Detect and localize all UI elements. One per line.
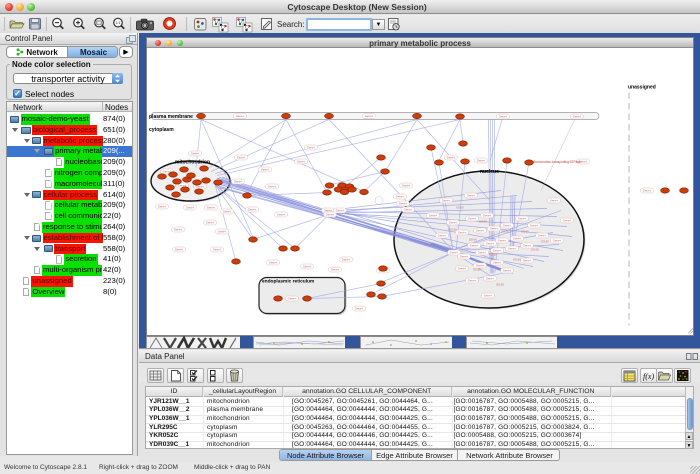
- svg-text:unassigned: unassigned: [628, 85, 656, 91]
- svg-text:Gene-t: Gene-t: [442, 199, 451, 203]
- svg-text:Gene-t: Gene-t: [458, 267, 467, 271]
- svg-text:Gene-t: Gene-t: [399, 202, 408, 206]
- svg-text:Gene-t: Gene-t: [460, 255, 469, 259]
- svg-text:GO:00: GO:00: [473, 268, 481, 272]
- svg-text:Gene-t: Gene-t: [248, 208, 257, 212]
- svg-text:Gene-t: Gene-t: [234, 180, 243, 184]
- svg-text:GO:00: GO:00: [479, 220, 487, 224]
- svg-text:Gene-t: Gene-t: [402, 184, 411, 188]
- svg-text:GO:00: GO:00: [521, 230, 529, 234]
- svg-text:nucleus: nucleus: [480, 169, 499, 175]
- svg-text:GO:00: GO:00: [513, 258, 521, 262]
- svg-text:Gene-t: Gene-t: [468, 217, 477, 221]
- svg-text:Gene-t: Gene-t: [484, 294, 493, 298]
- svg-text:Gene-t: Gene-t: [355, 307, 364, 311]
- svg-text:Gene-t: Gene-t: [342, 258, 351, 262]
- svg-text:Gene-t: Gene-t: [206, 221, 215, 225]
- svg-text:Gene-t: Gene-t: [490, 227, 499, 231]
- svg-text:Gene-t: Gene-t: [550, 199, 559, 203]
- svg-text:Gene-t: Gene-t: [553, 239, 562, 243]
- svg-text:Gene-t: Gene-t: [467, 194, 476, 198]
- svg-text:Gene-t: Gene-t: [503, 269, 512, 273]
- svg-text:Gene-t: Gene-t: [523, 244, 532, 248]
- svg-text:Gene-t: Gene-t: [478, 251, 487, 255]
- svg-text:Gene-t: Gene-t: [297, 160, 306, 164]
- svg-text:Gene-t: Gene-t: [336, 209, 345, 213]
- svg-text:mitochondrion: mitochondrion: [175, 160, 210, 166]
- svg-text:Gene-t: Gene-t: [503, 224, 512, 228]
- svg-text:Gene-t: Gene-t: [186, 206, 195, 210]
- svg-text:Gene-t: Gene-t: [365, 114, 374, 118]
- svg-text:cytoplasm: cytoplasm: [149, 127, 174, 133]
- svg-text:Gene-t: Gene-t: [307, 146, 316, 150]
- svg-text:Gene-t: Gene-t: [218, 230, 227, 234]
- svg-text:Gene-t: Gene-t: [563, 219, 572, 223]
- svg-text:Gene-t: Gene-t: [175, 248, 184, 252]
- svg-text:Gene-t: Gene-t: [268, 185, 277, 189]
- svg-text:GO:00: GO:00: [541, 240, 549, 244]
- svg-text:Gene-t: Gene-t: [499, 115, 508, 119]
- svg-text:Gene-t: Gene-t: [449, 221, 458, 225]
- svg-text:Gene-t: Gene-t: [486, 242, 495, 246]
- svg-text:Gene-t: Gene-t: [277, 213, 286, 217]
- svg-text:GO:00: GO:00: [489, 253, 497, 257]
- svg-text:Gene-t: Gene-t: [458, 231, 467, 235]
- svg-text:Gene-t: Gene-t: [396, 195, 405, 199]
- svg-text:Gene-t: Gene-t: [493, 249, 502, 253]
- svg-text:Gene-t: Gene-t: [404, 208, 413, 212]
- svg-text:f(x): f(x): [643, 372, 654, 381]
- svg-text:Gene-t: Gene-t: [486, 277, 495, 281]
- svg-text:Gene-t: Gene-t: [468, 279, 477, 283]
- svg-text:Gene-t: Gene-t: [303, 265, 312, 269]
- svg-text:GO:00: GO:00: [456, 206, 464, 210]
- svg-text:Gene-t: Gene-t: [470, 244, 479, 248]
- svg-text:GO:00: GO:00: [449, 228, 457, 232]
- svg-text:Gene-t: Gene-t: [261, 168, 270, 172]
- svg-text:Gene-t: Gene-t: [447, 156, 456, 160]
- svg-text:Gene-t: Gene-t: [269, 261, 278, 265]
- svg-text:Gene-t: Gene-t: [523, 259, 532, 263]
- svg-text:GO:00: GO:00: [496, 283, 504, 287]
- svg-text:Gene-t: Gene-t: [530, 224, 539, 228]
- svg-text:Gene-t: Gene-t: [191, 152, 200, 156]
- svg-text:Gene-t: Gene-t: [477, 159, 486, 163]
- svg-text:Gene-t: Gene-t: [429, 214, 438, 218]
- svg-text:Gene-t: Gene-t: [438, 234, 447, 238]
- svg-text:Gene-t: Gene-t: [573, 115, 582, 119]
- svg-text:Gene-t: Gene-t: [207, 206, 216, 210]
- svg-text:GO:00: GO:00: [469, 238, 477, 242]
- svg-text:Gene-t: Gene-t: [498, 239, 507, 243]
- svg-text:Gene-t: Gene-t: [174, 228, 183, 232]
- svg-text:Gene-t: Gene-t: [518, 217, 527, 221]
- svg-text:mitochondrion-transporting ATP: mitochondrion-transporting ATPase: [531, 160, 581, 164]
- svg-text:Gene-t: Gene-t: [643, 189, 652, 193]
- svg-text:Gene-t: Gene-t: [288, 297, 297, 301]
- svg-text:Gene-t: Gene-t: [213, 248, 222, 252]
- svg-text:Gene-t: Gene-t: [476, 264, 485, 268]
- svg-text:Gene-t: Gene-t: [236, 114, 245, 118]
- svg-text:GO:00: GO:00: [531, 248, 539, 252]
- svg-text:Gene-t: Gene-t: [237, 156, 246, 160]
- svg-text:Gene-t: Gene-t: [223, 210, 232, 214]
- svg-text:Gene-t: Gene-t: [476, 229, 485, 233]
- svg-text:Gene-t: Gene-t: [508, 247, 517, 251]
- svg-text:Gene-t: Gene-t: [326, 213, 335, 217]
- svg-text:Gene-t: Gene-t: [450, 251, 459, 255]
- svg-text:Gene-t: Gene-t: [493, 261, 502, 265]
- svg-text:Gene-t: Gene-t: [538, 234, 547, 238]
- svg-text:Gene-t: Gene-t: [483, 214, 492, 218]
- svg-text:plasma membrane: plasma membrane: [149, 114, 193, 120]
- svg-text:GO:00: GO:00: [501, 230, 509, 234]
- svg-text:Gene-t: Gene-t: [158, 205, 167, 209]
- svg-text:Gene-t: Gene-t: [513, 237, 522, 241]
- svg-text:endoplasmic reticulum: endoplasmic reticulum: [262, 279, 314, 285]
- svg-text:1:1: 1:1: [116, 21, 121, 25]
- svg-text:Gene-t: Gene-t: [331, 268, 340, 272]
